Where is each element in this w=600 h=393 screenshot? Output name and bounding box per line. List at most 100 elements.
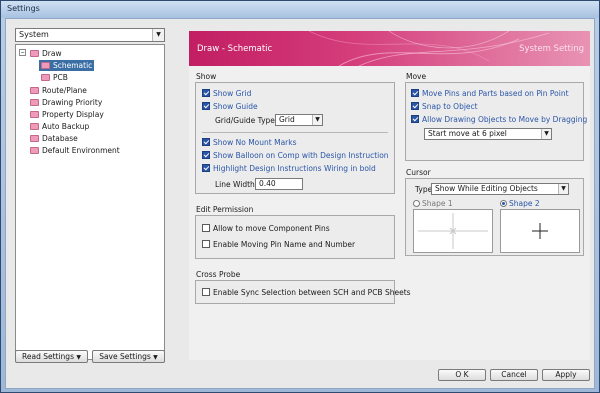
checkbox-icon: [202, 138, 210, 146]
tree-item-label: PCB: [53, 73, 68, 82]
checkbox-icon: [202, 89, 210, 97]
checkbox-icon: [202, 240, 210, 248]
shape1-label: Shape 1: [422, 199, 453, 208]
checkbox-icon: [202, 151, 210, 159]
grid-type-value: Grid: [279, 115, 295, 124]
tree-item-schematic[interactable]: Schematic: [39, 60, 95, 71]
grid-type-label: Grid/Guide Type: [215, 116, 275, 125]
page-banner: Draw - Schematic System Setting: [189, 31, 590, 66]
tree-item-property-display[interactable]: Property Display: [30, 109, 104, 120]
tree-item-pcb[interactable]: PCB: [41, 72, 68, 83]
sync-selection-checkbox[interactable]: Enable Sync Selection between SCH and PC…: [202, 288, 411, 298]
settings-window: Settings System ▼ − Draw Schematic PCB R…: [0, 0, 600, 393]
line-width-label: Line Width: [215, 180, 255, 189]
folder-icon: [41, 62, 50, 69]
tree-item-drawing-priority[interactable]: Drawing Priority: [30, 97, 102, 108]
checkbox-icon: [202, 102, 210, 110]
tree-item-label: Schematic: [53, 61, 93, 70]
show-guide-label: Show Guide: [213, 102, 258, 111]
move-group-title: Move: [406, 72, 427, 81]
cursor-type-value: Show While Editing Objects: [435, 184, 538, 193]
checkbox-icon: [411, 102, 419, 110]
chevron-down-icon[interactable]: ▼: [558, 184, 568, 194]
shape1-preview[interactable]: [413, 209, 493, 253]
show-grid-checkbox[interactable]: Show Grid: [202, 89, 251, 99]
chevron-down-icon: ▼: [76, 354, 81, 361]
tree-item-label: Database: [42, 134, 78, 143]
show-guide-checkbox[interactable]: Show Guide: [202, 102, 258, 112]
no-mount-checkbox[interactable]: Show No Mount Marks: [202, 138, 297, 148]
tree-item-label: Draw: [42, 49, 62, 58]
tree-item-auto-backup[interactable]: Auto Backup: [30, 121, 89, 132]
no-mount-label: Show No Mount Marks: [213, 138, 297, 147]
snap-checkbox[interactable]: Snap to Object: [411, 102, 478, 112]
show-group: Show Grid Show Guide Grid/Guide Type Gri…: [195, 82, 395, 194]
settings-content: Show Show Grid Show Guide Grid/Guide Typ…: [189, 66, 590, 360]
cancel-button[interactable]: Cancel: [490, 369, 538, 381]
balloon-label: Show Balloon on Comp with Design Instruc…: [213, 151, 389, 160]
folder-icon: [30, 87, 39, 94]
divider: [202, 132, 388, 133]
enable-moving-label: Enable Moving Pin Name and Number: [213, 240, 356, 249]
highlight-checkbox[interactable]: Highlight Design Instructions Wiring in …: [202, 164, 376, 174]
show-group-title: Show: [196, 72, 217, 81]
cross-probe-title: Cross Probe: [196, 270, 241, 279]
radio-icon: [413, 200, 420, 207]
balloon-checkbox[interactable]: Show Balloon on Comp with Design Instruc…: [202, 151, 389, 161]
allow-drag-label: Allow Drawing Objects to Move by Draggin…: [422, 115, 588, 124]
move-pins-checkbox[interactable]: Move Pins and Parts based on Pin Point: [411, 89, 569, 99]
checkbox-icon: [202, 164, 210, 172]
cursor-group: Type Show While Editing Objects ▼ Shape …: [405, 178, 584, 256]
allow-move-checkbox[interactable]: Allow to move Component Pins: [202, 224, 330, 234]
shape2-radio[interactable]: Shape 2: [500, 199, 540, 208]
client-area: System ▼ − Draw Schematic PCB Route/Plan…: [5, 18, 595, 389]
checkbox-icon: [411, 89, 419, 97]
checkbox-icon: [411, 115, 419, 123]
move-group: Move Pins and Parts based on Pin Point S…: [405, 82, 587, 161]
shape2-label: Shape 2: [509, 199, 540, 208]
allow-move-label: Allow to move Component Pins: [213, 224, 330, 233]
apply-label: Apply: [555, 370, 577, 379]
move-pins-label: Move Pins and Parts based on Pin Point: [422, 89, 569, 98]
page-subtitle: System Setting: [519, 44, 584, 54]
tree-item-draw[interactable]: Draw: [30, 48, 62, 59]
folder-icon: [30, 135, 39, 142]
radio-icon: [500, 200, 507, 207]
folder-icon: [30, 99, 39, 106]
enable-moving-checkbox[interactable]: Enable Moving Pin Name and Number: [202, 240, 355, 250]
tree-item-default-environment[interactable]: Default Environment: [30, 145, 120, 156]
read-settings-button[interactable]: Read Settings ▼: [15, 350, 88, 363]
chevron-down-icon[interactable]: ▼: [152, 29, 164, 41]
line-width-input[interactable]: 0.40: [255, 178, 303, 190]
read-settings-label: Read Settings: [21, 352, 74, 361]
tree-item-label: Property Display: [42, 110, 104, 119]
cursor-type-select[interactable]: Show While Editing Objects ▼: [431, 183, 569, 195]
chevron-down-icon[interactable]: ▼: [541, 129, 551, 139]
folder-icon: [30, 111, 39, 118]
tree-item-database[interactable]: Database: [30, 133, 78, 144]
tree-item-label: Auto Backup: [42, 122, 90, 131]
start-move-select[interactable]: Start move at 6 pixel ▼: [424, 128, 552, 140]
highlight-label: Highlight Design Instructions Wiring in …: [213, 164, 376, 173]
edit-permission-group: Allow to move Component Pins Enable Movi…: [195, 215, 395, 259]
sync-selection-label: Enable Sync Selection between SCH and PC…: [213, 288, 411, 297]
tree-item-route-plane[interactable]: Route/Plane: [30, 85, 87, 96]
collapse-icon[interactable]: −: [19, 49, 26, 56]
ok-button[interactable]: O K: [438, 369, 486, 381]
save-settings-button[interactable]: Save Settings ▼: [92, 350, 165, 363]
shape2-preview[interactable]: [500, 209, 580, 253]
edit-permission-title: Edit Permission: [196, 205, 254, 214]
tree-item-label: Drawing Priority: [42, 98, 103, 107]
cross-probe-group: Enable Sync Selection between SCH and PC…: [195, 280, 411, 304]
shape1-radio[interactable]: Shape 1: [413, 199, 453, 208]
cursor-type-label: Type: [415, 185, 433, 194]
folder-icon: [41, 74, 50, 81]
chevron-down-icon[interactable]: ▼: [312, 115, 322, 125]
settings-tree[interactable]: − Draw Schematic PCB Route/Plane Drawing…: [15, 44, 165, 360]
allow-drag-checkbox[interactable]: Allow Drawing Objects to Move by Draggin…: [411, 115, 587, 125]
grid-type-select[interactable]: Grid ▼: [275, 114, 323, 126]
apply-button[interactable]: Apply: [542, 369, 590, 381]
category-select[interactable]: System ▼: [15, 28, 165, 42]
start-move-value: Start move at 6 pixel: [428, 129, 507, 138]
folder-icon: [30, 50, 39, 57]
